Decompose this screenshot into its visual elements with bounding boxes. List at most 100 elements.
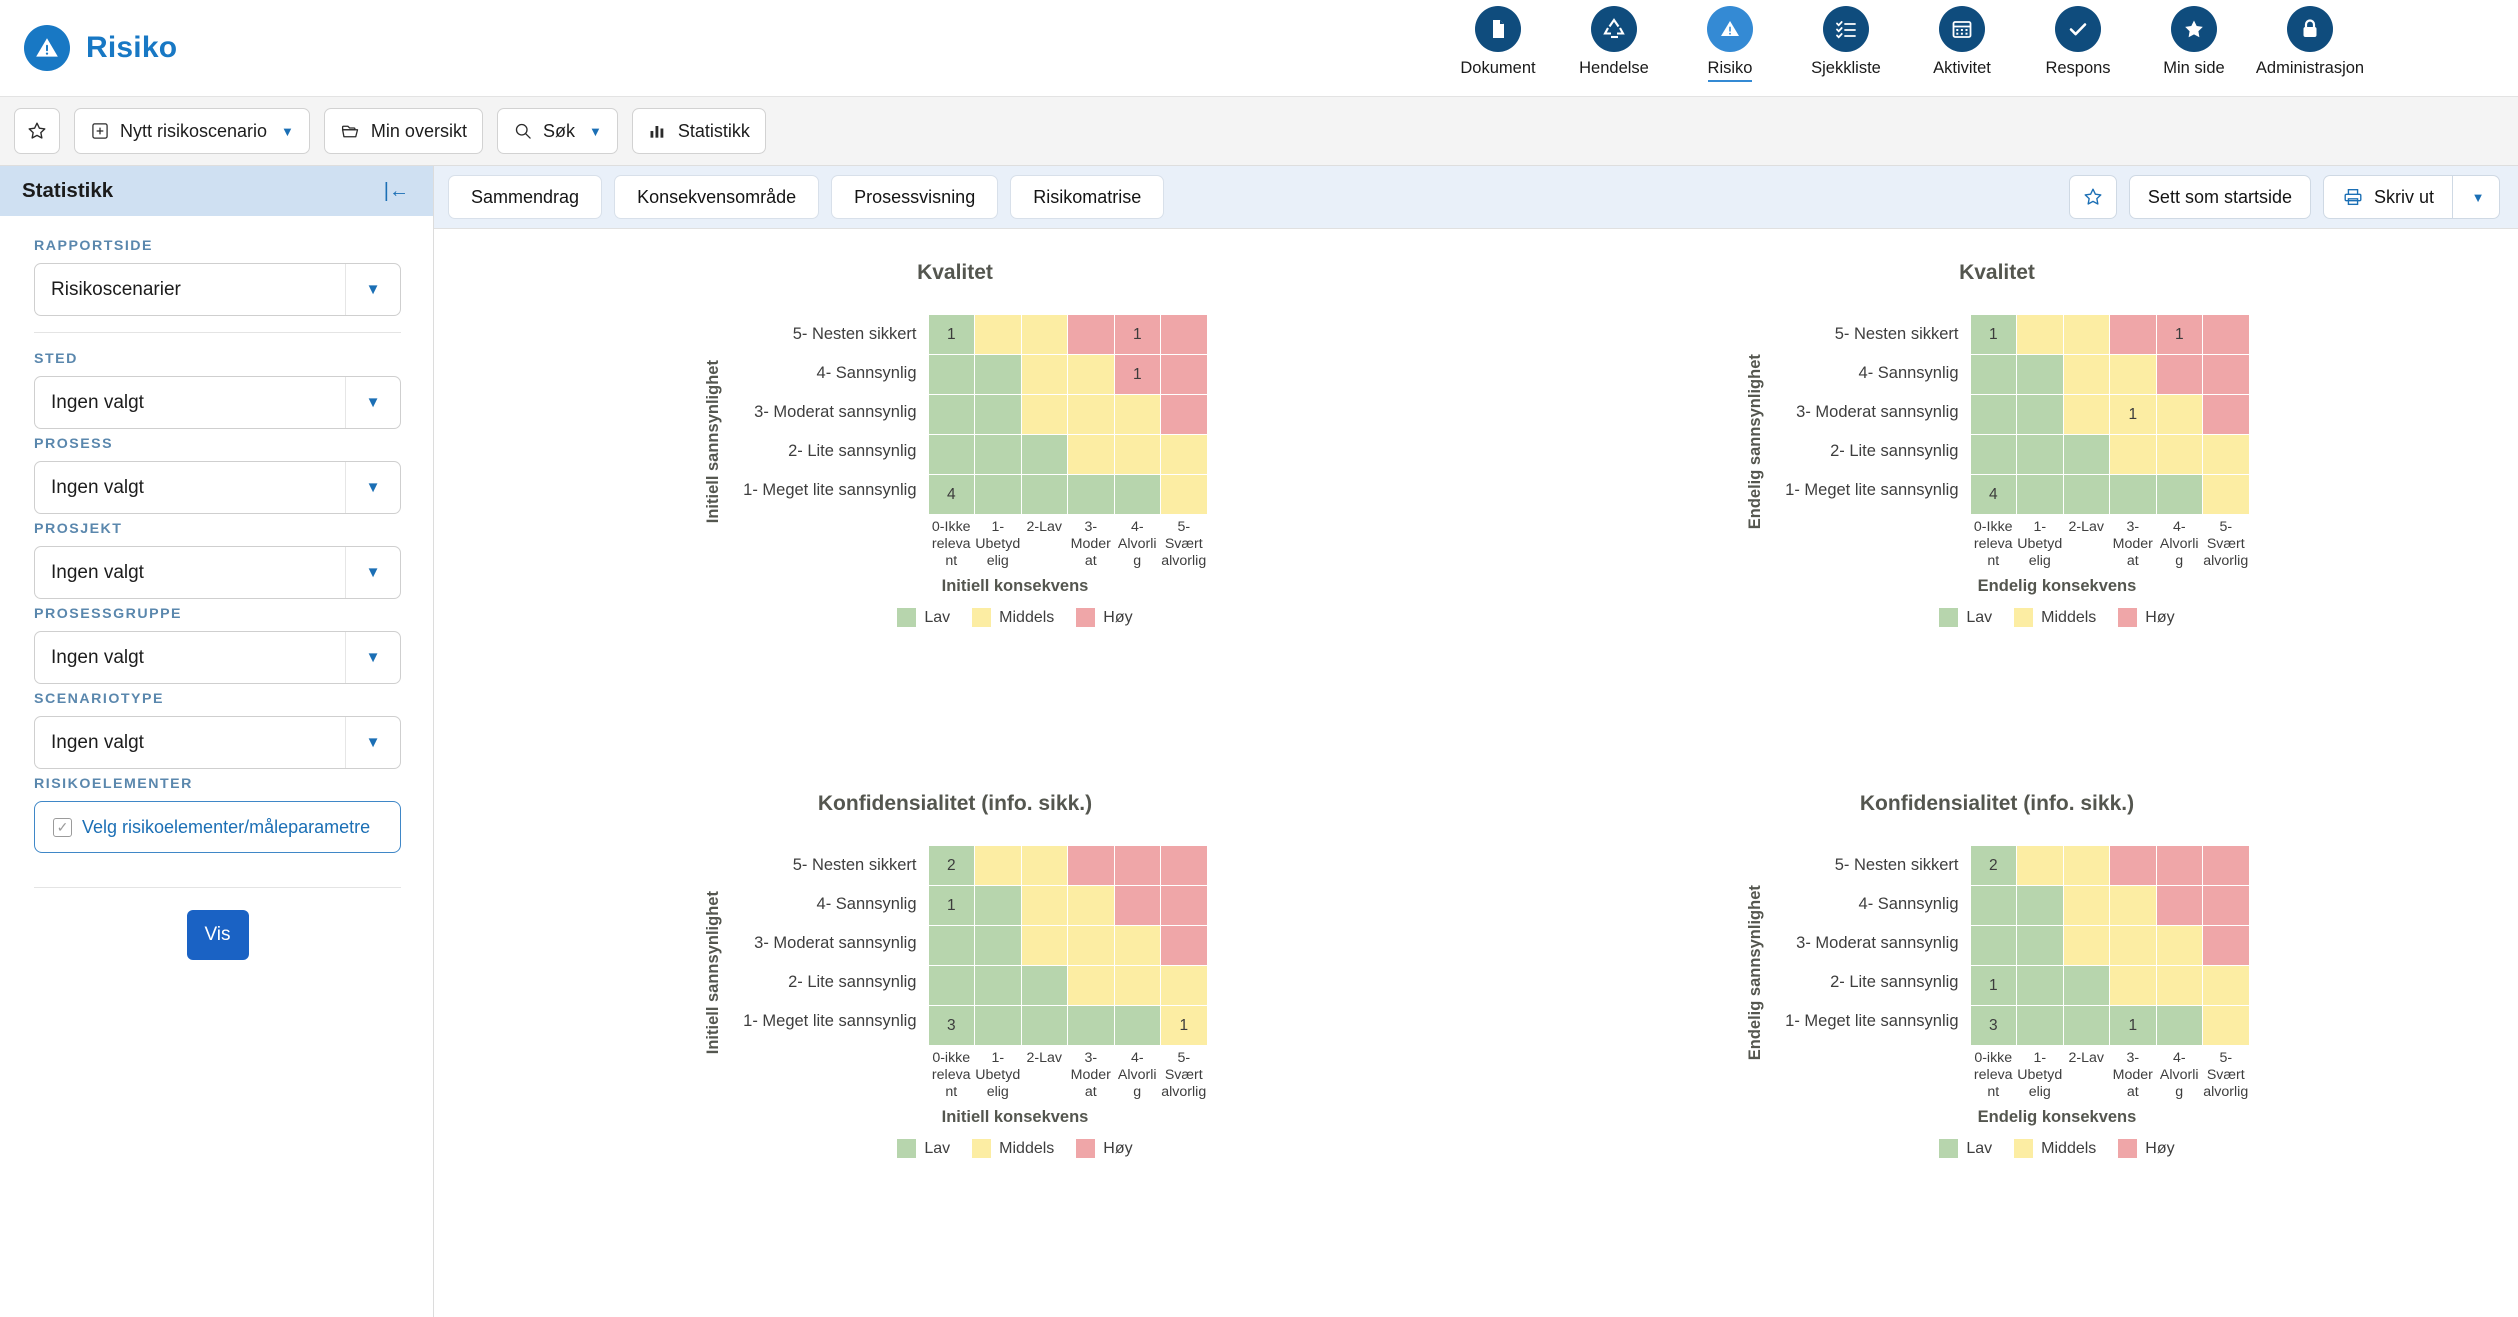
- filter-select[interactable]: Ingen valgt ▼: [34, 376, 401, 429]
- matrix-cell[interactable]: [1068, 435, 1114, 474]
- matrix-cell[interactable]: [975, 315, 1021, 354]
- matrix-cell[interactable]: 1: [928, 315, 974, 354]
- matrix-cell[interactable]: [1021, 475, 1067, 514]
- print-options-button[interactable]: ▼: [2452, 175, 2500, 219]
- matrix-cell[interactable]: [1114, 1006, 1160, 1045]
- matrix-cell[interactable]: [1021, 966, 1067, 1005]
- show-button[interactable]: Vis: [186, 910, 249, 960]
- matrix-cell[interactable]: 1: [2110, 395, 2156, 434]
- matrix-cell[interactable]: 3: [1970, 1006, 2016, 1045]
- matrix-cell[interactable]: [975, 1006, 1021, 1045]
- matrix-cell[interactable]: [2110, 966, 2156, 1005]
- matrix-cell[interactable]: [1161, 966, 1207, 1005]
- matrix-cell[interactable]: [2017, 846, 2063, 885]
- matrix-cell[interactable]: [1068, 886, 1114, 925]
- statistics-button[interactable]: Statistikk: [631, 108, 766, 154]
- matrix-cell[interactable]: [2017, 475, 2063, 514]
- matrix-cell[interactable]: [2156, 926, 2202, 965]
- set-as-startpage-button[interactable]: Sett som startside: [2128, 175, 2311, 219]
- matrix-cell[interactable]: [975, 435, 1021, 474]
- filter-select[interactable]: Ingen valgt ▼: [34, 631, 401, 684]
- favorite-page-button[interactable]: [2068, 175, 2117, 219]
- matrix-cell[interactable]: [2203, 475, 2249, 514]
- matrix-cell[interactable]: 1: [2110, 1006, 2156, 1045]
- matrix-cell[interactable]: [2063, 435, 2109, 474]
- matrix-cell[interactable]: [2156, 395, 2202, 434]
- matrix-cell[interactable]: [2110, 435, 2156, 474]
- matrix-cell[interactable]: [2017, 926, 2063, 965]
- matrix-cell[interactable]: [2063, 886, 2109, 925]
- matrix-cell[interactable]: [1021, 886, 1067, 925]
- tab-konsekvensomr-de[interactable]: Konsekvensområde: [614, 175, 820, 219]
- matrix-cell[interactable]: [928, 355, 974, 394]
- filter-select[interactable]: Ingen valgt ▼: [34, 546, 401, 599]
- matrix-cell[interactable]: [1114, 846, 1160, 885]
- matrix-cell[interactable]: [975, 846, 1021, 885]
- matrix-cell[interactable]: [1114, 395, 1160, 434]
- matrix-cell[interactable]: 4: [1970, 475, 2016, 514]
- matrix-cell[interactable]: [975, 926, 1021, 965]
- nav-item-respons[interactable]: Respons: [2020, 6, 2136, 82]
- tab-prosessvisning[interactable]: Prosessvisning: [831, 175, 999, 219]
- matrix-cell[interactable]: [1068, 315, 1114, 354]
- matrix-cell[interactable]: [1161, 315, 1207, 354]
- matrix-cell[interactable]: 4: [928, 475, 974, 514]
- filter-select[interactable]: Risikoscenarier ▼: [34, 263, 401, 316]
- matrix-cell[interactable]: [2156, 475, 2202, 514]
- matrix-cell[interactable]: 1: [2156, 315, 2202, 354]
- favorite-button[interactable]: [14, 108, 60, 154]
- matrix-cell[interactable]: [1970, 395, 2016, 434]
- matrix-cell[interactable]: [2063, 846, 2109, 885]
- matrix-cell[interactable]: [2110, 475, 2156, 514]
- matrix-cell[interactable]: [1161, 475, 1207, 514]
- matrix-cell[interactable]: [1021, 395, 1067, 434]
- matrix-cell[interactable]: [928, 966, 974, 1005]
- matrix-cell[interactable]: 2: [1970, 846, 2016, 885]
- tab-risikomatrise[interactable]: Risikomatrise: [1010, 175, 1165, 219]
- matrix-cell[interactable]: [2203, 395, 2249, 434]
- matrix-cell[interactable]: [1970, 886, 2016, 925]
- nav-item-sjekkliste[interactable]: Sjekkliste: [1788, 6, 1904, 82]
- matrix-cell[interactable]: [1021, 355, 1067, 394]
- matrix-cell[interactable]: [1068, 846, 1114, 885]
- matrix-cell[interactable]: [2110, 355, 2156, 394]
- matrix-cell[interactable]: [1161, 395, 1207, 434]
- matrix-cell[interactable]: [2203, 966, 2249, 1005]
- matrix-cell[interactable]: [2110, 846, 2156, 885]
- matrix-cell[interactable]: [2017, 886, 2063, 925]
- matrix-cell[interactable]: [928, 435, 974, 474]
- matrix-cell[interactable]: [2203, 315, 2249, 354]
- matrix-cell[interactable]: [975, 355, 1021, 394]
- matrix-cell[interactable]: [2203, 886, 2249, 925]
- matrix-cell[interactable]: [2017, 966, 2063, 1005]
- matrix-cell[interactable]: [2203, 1006, 2249, 1045]
- matrix-cell[interactable]: [975, 395, 1021, 434]
- matrix-cell[interactable]: [2017, 435, 2063, 474]
- matrix-cell[interactable]: [2156, 1006, 2202, 1045]
- matrix-cell[interactable]: [1068, 966, 1114, 1005]
- matrix-cell[interactable]: [1161, 846, 1207, 885]
- matrix-cell[interactable]: [2203, 435, 2249, 474]
- matrix-cell[interactable]: [2017, 1006, 2063, 1045]
- matrix-cell[interactable]: [2203, 926, 2249, 965]
- matrix-cell[interactable]: [975, 475, 1021, 514]
- search-button[interactable]: Søk ▼: [496, 108, 618, 154]
- matrix-cell[interactable]: [1021, 315, 1067, 354]
- matrix-cell[interactable]: 1: [1161, 1006, 1207, 1045]
- matrix-cell[interactable]: [975, 966, 1021, 1005]
- matrix-cell[interactable]: [1161, 355, 1207, 394]
- matrix-cell[interactable]: [1114, 886, 1160, 925]
- matrix-cell[interactable]: [2156, 846, 2202, 885]
- matrix-cell[interactable]: [1021, 846, 1067, 885]
- matrix-cell[interactable]: [2063, 395, 2109, 434]
- matrix-cell[interactable]: [2203, 846, 2249, 885]
- print-button[interactable]: Skriv ut: [2322, 175, 2452, 219]
- matrix-cell[interactable]: [2063, 355, 2109, 394]
- tab-sammendrag[interactable]: Sammendrag: [448, 175, 603, 219]
- matrix-cell[interactable]: [1970, 926, 2016, 965]
- matrix-cell[interactable]: [1068, 1006, 1114, 1045]
- matrix-cell[interactable]: 1: [1970, 315, 2016, 354]
- matrix-cell[interactable]: [2063, 315, 2109, 354]
- matrix-cell[interactable]: 3: [928, 1006, 974, 1045]
- matrix-cell[interactable]: [2110, 315, 2156, 354]
